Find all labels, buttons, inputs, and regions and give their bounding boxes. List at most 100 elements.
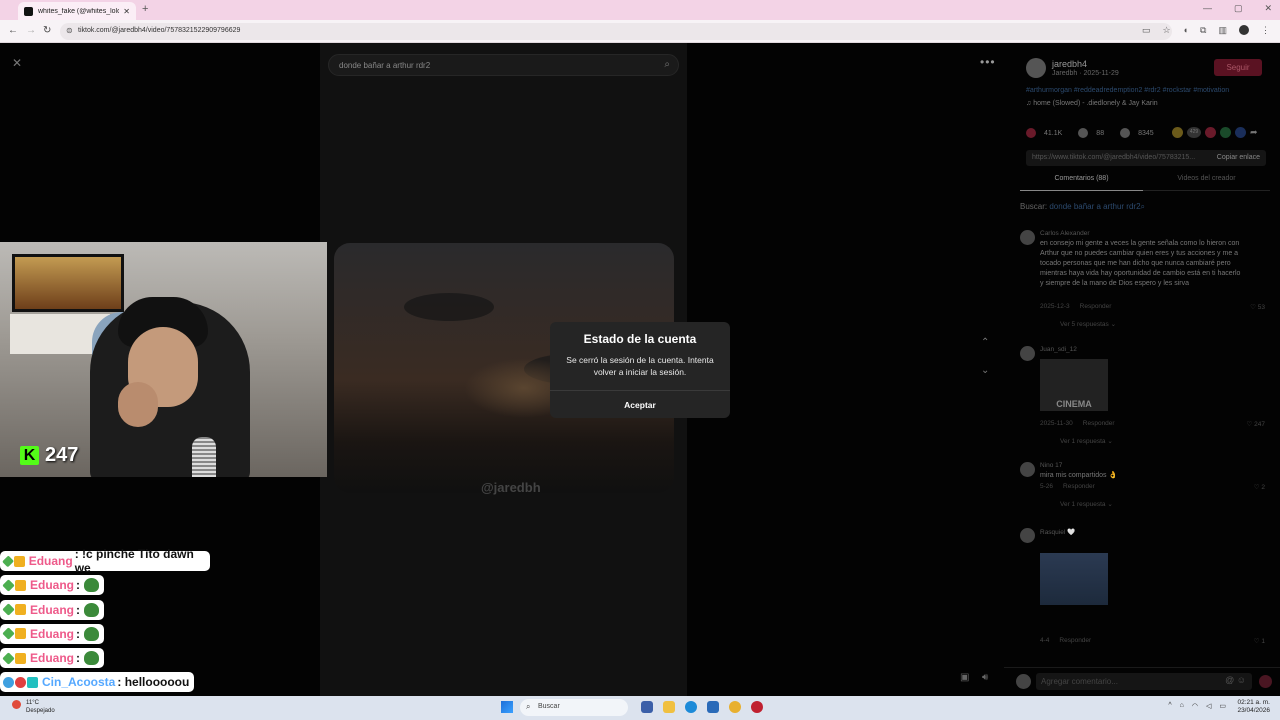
commenter-avatar[interactable] bbox=[1020, 230, 1035, 245]
view-replies-button[interactable]: Ver 1 respuesta ⌄ bbox=[1060, 437, 1113, 445]
chat-username: Eduang bbox=[30, 602, 74, 617]
video-hashtags[interactable]: #arthurmorgan #reddeadredemption2 #rdr2 … bbox=[1026, 87, 1229, 94]
comment-image[interactable] bbox=[1040, 553, 1108, 605]
commenter-avatar[interactable] bbox=[1020, 346, 1035, 361]
audio-icon[interactable]: ◖ bbox=[1183, 25, 1188, 36]
reply-button[interactable]: Responder bbox=[1080, 303, 1112, 310]
embed-share-icon[interactable] bbox=[1172, 127, 1183, 138]
minimize-icon[interactable]: — bbox=[1203, 3, 1212, 14]
windows-start-icon[interactable] bbox=[501, 701, 513, 713]
comment-like-button[interactable]: ♡ 1 bbox=[1254, 637, 1265, 645]
comment-text: mira mis compartidos 👌 bbox=[1040, 472, 1118, 479]
show-hidden-icon[interactable]: ^ bbox=[1168, 702, 1171, 710]
site-info-icon[interactable]: ⊜ bbox=[66, 26, 73, 35]
author-avatar[interactable] bbox=[1026, 58, 1046, 78]
menu-dots-icon[interactable]: ⋮ bbox=[1261, 25, 1270, 36]
chrome-icon[interactable] bbox=[729, 701, 741, 713]
send-comment-icon[interactable] bbox=[1259, 675, 1272, 688]
network-icon[interactable]: ⌂ bbox=[1180, 702, 1184, 710]
my-avatar bbox=[1016, 674, 1031, 689]
comment-like-button[interactable]: ♡ 53 bbox=[1250, 303, 1265, 311]
weather-icon bbox=[12, 700, 21, 709]
bookmark-icon[interactable] bbox=[1120, 128, 1131, 138]
comment-image[interactable]: CINEMA bbox=[1040, 359, 1108, 411]
close-window-icon[interactable]: ✕ bbox=[1264, 3, 1272, 14]
chat-text: : !c pinche Tito dawn we bbox=[74, 547, 194, 575]
badge-icon bbox=[15, 604, 26, 616]
edge-icon[interactable] bbox=[685, 701, 697, 713]
forward-icon[interactable]: → bbox=[26, 25, 36, 36]
accept-button[interactable]: Aceptar bbox=[550, 390, 730, 418]
author-name[interactable]: jaredbh4 bbox=[1052, 59, 1087, 69]
copy-link-button[interactable]: Copiar enlace bbox=[1217, 154, 1260, 161]
profile-avatar[interactable] bbox=[1239, 25, 1249, 35]
tab-creator-videos[interactable]: Videos del creador bbox=[1145, 175, 1268, 182]
chat-username: Cin_Acoosta bbox=[42, 675, 116, 690]
new-tab-button[interactable]: + bbox=[142, 3, 148, 15]
tab-comments[interactable]: Comentarios (88) bbox=[1020, 175, 1143, 191]
search-icon[interactable]: ⌕ bbox=[664, 59, 670, 70]
video-music[interactable]: ♫ home (Slowed) - .diedlonely & Jay Kari… bbox=[1026, 100, 1158, 107]
mention-emoji-icons[interactable]: @ ☺ bbox=[1225, 675, 1246, 685]
battery-icon[interactable]: ▭ bbox=[1219, 702, 1226, 710]
browser-tab[interactable]: whites_fake (@whites_lolo) | Tik ✕ bbox=[18, 2, 136, 20]
app-icon[interactable] bbox=[751, 701, 763, 713]
related-search[interactable]: Buscar: donde bañar a arthur rdr2⌕ bbox=[1020, 202, 1145, 212]
weather-widget[interactable]: 11°C Despejado bbox=[12, 699, 55, 715]
address-bar[interactable]: ⊜ tiktok.com/@jaredbh4/video/75783215229… bbox=[60, 23, 1172, 40]
comment-icon[interactable] bbox=[1078, 128, 1089, 138]
reply-button[interactable]: Responder bbox=[1083, 420, 1115, 427]
reload-icon[interactable]: ↻ bbox=[43, 25, 51, 36]
store-icon[interactable] bbox=[707, 701, 719, 713]
reply-button[interactable]: Responder bbox=[1059, 637, 1091, 644]
more-options-icon[interactable]: ••• bbox=[980, 55, 996, 69]
back-icon[interactable]: ← bbox=[8, 25, 18, 36]
comment-item: Rasquiel 🤍 4-4 Responder ♡ 1 bbox=[1020, 528, 1265, 648]
volume-tray-icon[interactable]: ◁ bbox=[1206, 702, 1211, 710]
commenter-name[interactable]: Juan_sdi_12 bbox=[1040, 346, 1077, 353]
whatsapp-icon[interactable] bbox=[1220, 127, 1231, 138]
dialog-title: Estado de la cuenta bbox=[583, 332, 697, 346]
like-count: 41.1K bbox=[1044, 129, 1063, 137]
bookmark-star-icon[interactable]: ☆ bbox=[1163, 25, 1171, 36]
facebook-icon[interactable] bbox=[1235, 127, 1246, 138]
taskbar-search[interactable]: ⌕ Buscar bbox=[520, 699, 628, 716]
comment-like-button[interactable]: ♡ 247 bbox=[1247, 420, 1265, 428]
comment-placeholder: Agregar comentario... bbox=[1041, 677, 1118, 686]
extensions-icon[interactable]: ⧉ bbox=[1200, 25, 1206, 36]
tab-close-icon[interactable]: ✕ bbox=[123, 7, 130, 16]
follow-button[interactable]: Seguir bbox=[1214, 59, 1262, 76]
view-replies-button[interactable]: Ver 5 respuestas ⌄ bbox=[1060, 320, 1116, 328]
volume-icon[interactable]: 🔊︎ bbox=[982, 672, 988, 683]
commenter-avatar[interactable] bbox=[1020, 528, 1035, 543]
previous-video-icon[interactable]: ⌃ bbox=[981, 337, 989, 348]
taskbar-clock[interactable]: 02:21 a. m. 23/04/2026 bbox=[1237, 699, 1270, 715]
next-video-icon[interactable]: ⌄ bbox=[981, 365, 989, 376]
share-friends-icon[interactable] bbox=[1205, 127, 1216, 138]
like-icon[interactable] bbox=[1026, 128, 1036, 138]
commenter-name[interactable]: Nino 17 bbox=[1040, 462, 1062, 469]
tiktok-search-input[interactable]: donde bañar a arthur rdr2 ⌕ bbox=[328, 54, 679, 76]
wifi-icon[interactable]: ◠ bbox=[1192, 702, 1198, 710]
reply-button[interactable]: Responder bbox=[1063, 483, 1095, 490]
close-video-icon[interactable]: ✕ bbox=[12, 56, 22, 70]
miniplayer-icon[interactable]: ▣ bbox=[960, 672, 969, 683]
file-explorer-icon[interactable] bbox=[663, 701, 675, 713]
chat-message: Eduang: bbox=[0, 575, 104, 596]
comment-like-button[interactable]: ♡ 2 bbox=[1254, 483, 1265, 491]
video-watermark-handle: @jaredbh bbox=[481, 480, 541, 495]
commenter-name[interactable]: Carlos Alexander bbox=[1040, 230, 1090, 237]
task-view-icon[interactable] bbox=[641, 701, 653, 713]
sidebar-icon[interactable]: ▥ bbox=[1218, 25, 1227, 36]
share-arrow-icon[interactable]: ➦ bbox=[1250, 127, 1261, 138]
commenter-name[interactable]: Rasquiel 🤍 bbox=[1040, 528, 1075, 536]
search-icon: ⌕ bbox=[526, 702, 531, 711]
cast-icon[interactable]: ▭ bbox=[1142, 25, 1151, 36]
chat-username: Eduang bbox=[30, 651, 74, 666]
commenter-avatar[interactable] bbox=[1020, 462, 1035, 477]
window-controls: — ▢ ✕ bbox=[1203, 3, 1272, 14]
view-replies-button[interactable]: Ver 1 respuesta ⌄ bbox=[1060, 500, 1113, 508]
comment-input[interactable]: Agregar comentario... @ ☺ bbox=[1036, 673, 1252, 690]
clock-date: 23/04/2026 bbox=[1237, 707, 1270, 714]
maximize-icon[interactable]: ▢ bbox=[1234, 3, 1243, 14]
